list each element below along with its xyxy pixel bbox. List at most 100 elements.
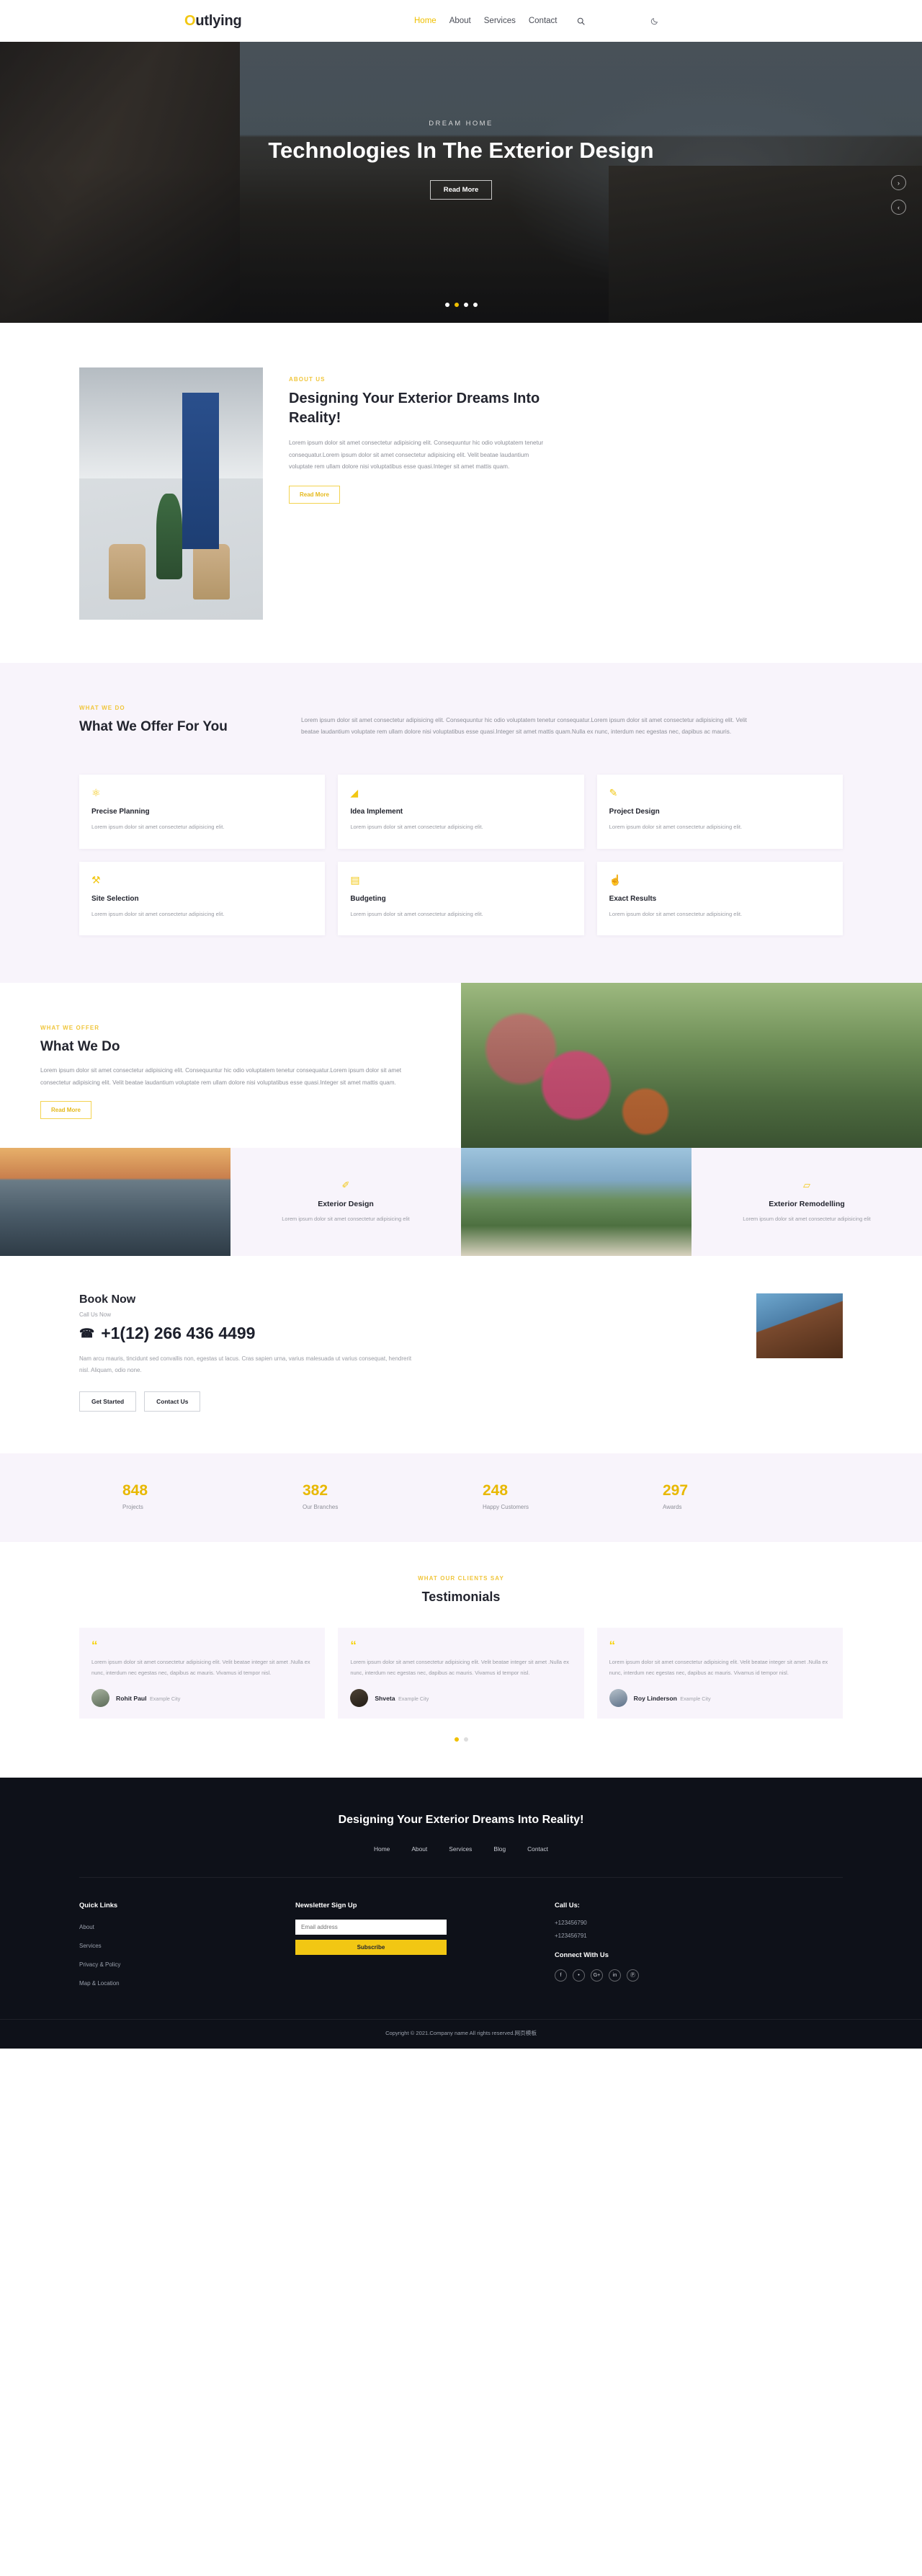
gallery-card-desc: Lorem ipsum dolor sit amet consectetur a… [743, 1216, 871, 1223]
testimonials-pagination-dots [79, 1737, 843, 1742]
offer-card[interactable]: ◢ Idea Implement Lorem ipsum dolor sit a… [338, 774, 584, 849]
site-footer: Designing Your Exterior Dreams Into Real… [0, 1777, 922, 2049]
stat-label: Awards [663, 1504, 682, 1511]
testimonial-author-city: Example City [398, 1695, 429, 1703]
footer-nav-home[interactable]: Home [374, 1845, 390, 1853]
page-root: Outlying Home About Services Contact DRE… [0, 0, 922, 2049]
testimonials-grid: “ Lorem ipsum dolor sit amet consectetur… [79, 1627, 843, 1719]
testimonial-card: “ Lorem ipsum dolor sit amet consectetur… [338, 1627, 584, 1719]
gallery-card-desc: Lorem ipsum dolor sit amet consectetur a… [282, 1216, 410, 1223]
site-logo[interactable]: Outlying [184, 13, 242, 30]
footer-phone-2[interactable]: +123456791 [555, 1933, 843, 1939]
hero-prev-arrow-icon[interactable]: ‹ [891, 200, 906, 215]
newsletter-subscribe-button[interactable]: Subscribe [295, 1939, 447, 1955]
offer-title: What We Offer For You [79, 719, 228, 734]
quote-icon: “ [609, 1638, 616, 1652]
nav-item-services[interactable]: Services [484, 17, 516, 25]
twitter-icon[interactable]: • [573, 1969, 585, 1982]
testimonials-eyebrow: WHAT OUR CLIENTS SAY [418, 1575, 504, 1582]
megaphone-icon: ◢ [350, 786, 359, 798]
footer-quick-links-title: Quick Links [79, 1900, 118, 1909]
hero-dot-1[interactable] [444, 303, 449, 307]
footer-link-about[interactable]: About [79, 1924, 94, 1930]
get-started-button[interactable]: Get Started [79, 1391, 137, 1412]
testimonial-dot-2[interactable] [463, 1737, 468, 1742]
testimonial-card: “ Lorem ipsum dolor sit amet consectetur… [596, 1627, 843, 1719]
book-now-image [756, 1293, 843, 1359]
testimonials-title: Testimonials [421, 1590, 501, 1605]
gallery-card-exterior-remodelling[interactable]: ▱ Exterior Remodelling Lorem ipsum dolor… [692, 1148, 922, 1257]
hero-title: Technologies In The Exterior Design [268, 138, 654, 163]
call-us-now-label: Call Us Now [79, 1311, 112, 1319]
stat-value: 382 [303, 1482, 328, 1499]
search-icon[interactable] [575, 14, 588, 27]
moon-icon[interactable] [648, 14, 661, 27]
offer-card[interactable]: ▤ Budgeting Lorem ipsum dolor sit amet c… [338, 861, 584, 936]
thumbs-up-icon: ☝ [609, 873, 622, 886]
stats-section: 848 Projects 382 Our Branches 248 Happy … [0, 1453, 922, 1543]
avatar [350, 1688, 369, 1707]
book-now-section: Book Now Call Us Now ☎ +1(12) 266 436 44… [0, 1256, 922, 1454]
footer-link-map-location[interactable]: Map & Location [79, 1980, 120, 1987]
offer-card-desc: Lorem ipsum dolor sit amet consectetur a… [91, 823, 225, 830]
offer-card-desc: Lorem ipsum dolor sit amet consectetur a… [91, 910, 225, 917]
offer-card[interactable]: ⚒ Site Selection Lorem ipsum dolor sit a… [79, 861, 326, 936]
about-image [79, 367, 263, 620]
hero-arrows: › ‹ [891, 175, 906, 215]
offer-card-title: Budgeting [350, 894, 386, 903]
molecule-icon: ⚛ [91, 786, 101, 798]
footer-nav-blog[interactable]: Blog [493, 1845, 506, 1853]
footer-nav-contact[interactable]: Contact [527, 1845, 548, 1853]
offer-card-title: Site Selection [91, 894, 139, 903]
footer-cta-title: Designing Your Exterior Dreams Into Real… [338, 1813, 584, 1826]
offer-card-desc: Lorem ipsum dolor sit amet consectetur a… [609, 823, 743, 830]
book-now-description: Nam arcu mauris, tincidunt sed convallis… [79, 1355, 412, 1373]
footer-nav-services[interactable]: Services [449, 1845, 472, 1853]
hero-dot-2[interactable] [454, 303, 459, 307]
contact-us-button[interactable]: Contact Us [144, 1391, 201, 1412]
footer-phone-1[interactable]: +123456790 [555, 1920, 843, 1926]
google-plus-icon[interactable]: G+ [591, 1969, 603, 1982]
hero-dot-4[interactable] [473, 303, 478, 307]
offer-card-title: Precise Planning [91, 807, 150, 816]
hero-eyebrow: DREAM HOME [429, 120, 493, 128]
footer-nav-about[interactable]: About [411, 1845, 427, 1853]
testimonial-dot-1[interactable] [454, 1737, 459, 1742]
about-read-more-button[interactable]: Read More [289, 485, 340, 504]
offer-card-title: Idea Implement [350, 807, 403, 816]
linkedin-icon[interactable]: in [609, 1969, 621, 1982]
offer-card-title: Exact Results [609, 894, 657, 903]
offer-card[interactable]: ⚛ Precise Planning Lorem ipsum dolor sit… [79, 774, 326, 849]
wwd-body: Lorem ipsum dolor sit amet consectetur a… [40, 1067, 402, 1086]
nav-item-about[interactable]: About [449, 17, 471, 25]
offer-card[interactable]: ☝ Exact Results Lorem ipsum dolor sit am… [596, 861, 843, 936]
phone-number[interactable]: ☎ +1(12) 266 436 4499 [79, 1324, 454, 1343]
gallery-card-title: Exterior Design [318, 1200, 374, 1209]
hero-read-more-button[interactable]: Read More [429, 179, 493, 200]
hero-next-arrow-icon[interactable]: › [891, 175, 906, 190]
nav-item-contact[interactable]: Contact [529, 17, 558, 25]
about-image-chair-left [108, 544, 146, 600]
offer-card-desc: Lorem ipsum dolor sit amet consectetur a… [350, 823, 483, 830]
stat-item: 248 Happy Customers [483, 1482, 663, 1510]
nav-item-home[interactable]: Home [414, 17, 437, 25]
footer-newsletter-column: Newsletter Sign Up Subscribe [295, 1901, 555, 1995]
about-image-chair-right [193, 544, 230, 600]
offer-cards-grid: ⚛ Precise Planning Lorem ipsum dolor sit… [79, 774, 843, 936]
offer-body: Lorem ipsum dolor sit amet consectetur a… [301, 717, 747, 736]
testimonial-author-city: Example City [149, 1695, 181, 1703]
footer-link-services[interactable]: Services [79, 1943, 102, 1949]
testimonial-text: Lorem ipsum dolor sit amet consectetur a… [609, 1659, 828, 1677]
footer-link-privacy-policy[interactable]: Privacy & Policy [79, 1961, 120, 1968]
phone-number-text: +1(12) 266 436 4499 [101, 1324, 256, 1343]
paintbrush-icon: ✐ [341, 1180, 350, 1191]
stat-value: 297 [663, 1482, 689, 1499]
hero-dot-3[interactable] [463, 303, 468, 307]
gallery-card-exterior-design[interactable]: ✐ Exterior Design Lorem ipsum dolor sit … [230, 1148, 461, 1257]
pinterest-icon[interactable]: Ⓟ [627, 1969, 639, 1982]
wwd-read-more-button[interactable]: Read More [40, 1101, 91, 1120]
newsletter-email-input[interactable] [295, 1919, 447, 1935]
offer-card[interactable]: ✎ Project Design Lorem ipsum dolor sit a… [596, 774, 843, 849]
footer-navigation: Home About Services Blog Contact [79, 1845, 843, 1878]
facebook-icon[interactable]: f [555, 1969, 567, 1982]
